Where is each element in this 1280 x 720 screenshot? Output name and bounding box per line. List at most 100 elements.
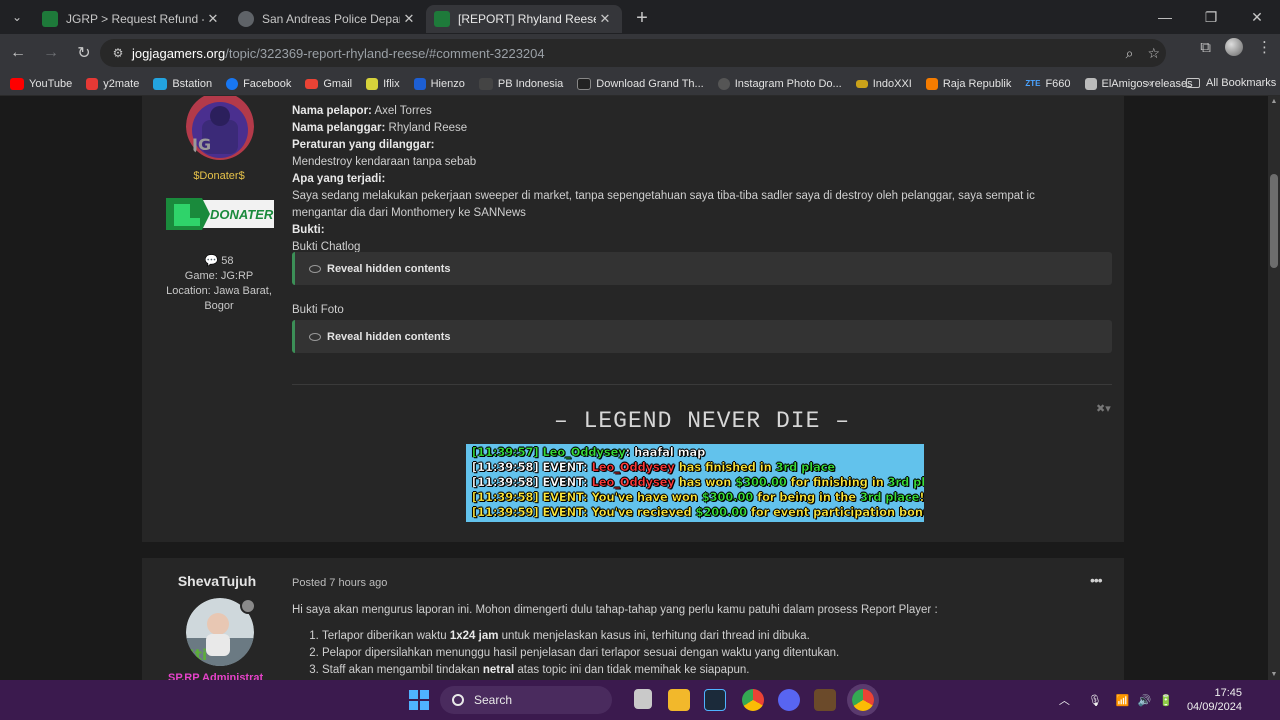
scroll-down-icon[interactable]: ▼ (1270, 671, 1278, 678)
instagram-icon (717, 77, 730, 90)
kebab-menu-icon[interactable]: ⋮ (1257, 38, 1272, 56)
profile-avatar[interactable] (1225, 38, 1243, 56)
file-explorer-icon[interactable] (668, 689, 690, 711)
scroll-up-icon[interactable]: ▲ (1270, 98, 1278, 105)
post-timestamp[interactable]: Posted 7 hours ago (292, 577, 387, 589)
tab-sapd[interactable]: San Andreas Police Department ✕ (230, 5, 426, 33)
discord-icon[interactable] (778, 689, 800, 711)
bookmark-iflix[interactable]: Iflix (366, 77, 400, 90)
bookmark-label: Iflix (383, 77, 400, 90)
taskbar-search[interactable]: Search (440, 686, 612, 714)
close-window-icon[interactable]: ✕ (1234, 0, 1280, 34)
bookmark-instagram[interactable]: Instagram Photo Do... (717, 77, 842, 90)
extensions-icon[interactable]: ⧉ (1200, 39, 1211, 56)
system-tray: ︿ 🎙 📶 🔊 🔋 17:45 04/09/2024 (1059, 680, 1280, 720)
jg-favicon-icon (434, 11, 450, 27)
clock-date: 04/09/2024 (1186, 701, 1242, 713)
bookmark-bstation[interactable]: Bstation (153, 77, 213, 90)
windows-start-icon[interactable] (408, 689, 430, 711)
tab-title: [REPORT] Rhyland Reese - Arch (458, 12, 596, 26)
page-scrollbar[interactable]: ▲ ▼ (1268, 96, 1280, 680)
tray-overflow-icon[interactable]: ︿ (1059, 692, 1070, 708)
reply-intro: Hi saya akan mengurus laporan ini. Mohon… (292, 604, 938, 616)
chatlog-segment: has won (674, 476, 736, 489)
chatlog-segment: 3rd place (775, 461, 836, 474)
new-tab-button[interactable]: + (628, 4, 656, 32)
chrome-icon[interactable] (742, 689, 764, 711)
bookmark-label: Facebook (243, 77, 292, 90)
bookmarks-overflow-icon[interactable]: » (1146, 76, 1153, 90)
chatlog-segment: : haafal map (625, 446, 706, 459)
volume-icon[interactable]: 🔊 (1138, 694, 1152, 707)
tab-close-icon[interactable]: ✕ (204, 11, 222, 27)
comment-icon: 💬 (204, 255, 219, 267)
step-text: Terlapor diberikan waktu (322, 630, 450, 642)
reveal-hidden-contents-photo[interactable]: Reveal hidden contents (292, 320, 1112, 353)
tab-search-chevron-icon[interactable]: ⌄ (0, 0, 34, 34)
field-value: Rhyland Reese (388, 122, 468, 134)
bookmark-pb-indonesia[interactable]: PB Indonesia (478, 77, 563, 90)
site-info-icon[interactable]: ⚙ (104, 46, 132, 60)
tab-request-refund[interactable]: JGRP > Request Refund - Jogja ✕ (34, 5, 230, 33)
microphone-icon[interactable]: 🎙 (1088, 694, 1102, 707)
bookmark-indoxxi[interactable]: IndoXXI (855, 77, 912, 90)
bookmark-gmail[interactable]: Gmail (305, 78, 352, 90)
eye-icon (309, 332, 321, 341)
bookmark-star-icon[interactable]: ☆ (1147, 45, 1160, 62)
back-arrow-icon[interactable]: ← (3, 38, 33, 68)
bookmark-youtube[interactable]: YouTube (10, 77, 72, 90)
author-location: Location: Jawa Barat, (166, 285, 272, 297)
list-item: Staff akan mengambil tindakan netral ata… (322, 662, 839, 679)
taskbar-clock[interactable]: 17:45 04/09/2024 (1187, 686, 1242, 714)
bg-app-icon[interactable] (704, 689, 726, 711)
post-options-icon[interactable]: ••• (1090, 572, 1103, 588)
task-view-icon[interactable] (634, 689, 652, 709)
bookmark-label: Bstation (172, 77, 213, 90)
forward-arrow-icon[interactable]: → (36, 38, 66, 68)
tab-report-rhyland[interactable]: [REPORT] Rhyland Reese - Arch ✕ (426, 5, 622, 33)
minimize-icon[interactable]: — (1142, 0, 1188, 34)
report-steps-list: Terlapor diberikan waktu 1x24 jam untuk … (308, 628, 839, 679)
scrollbar-thumb[interactable] (1270, 174, 1278, 268)
bookmark-raja-republik[interactable]: Raja Republik (925, 77, 1012, 90)
game-app-icon[interactable] (814, 689, 836, 711)
step-text: untuk menjelaskan kasus ini, terhitung d… (498, 630, 810, 642)
bookmark-hienzo[interactable]: Hienzo (413, 77, 465, 90)
author-name-link[interactable]: ShevaTujuh (142, 573, 292, 589)
bookmark-elamigos[interactable]: ElAmigos releases (1084, 77, 1193, 90)
all-bookmarks-button[interactable]: All Bookmarks (1186, 77, 1276, 89)
bookmark-label: Raja Republik (942, 77, 1012, 90)
chatlog-segment: for event participation bonus! (746, 506, 924, 519)
list-item: Pelapor dipersilahkan menunggu hasil pen… (322, 645, 839, 662)
bookmark-download-gta[interactable]: Download Grand Th... (577, 77, 704, 90)
facebook-icon (226, 77, 239, 90)
zte-icon: ZTE (1025, 79, 1041, 88)
reload-icon[interactable]: ↻ (69, 38, 99, 68)
chatlog-segment: 3rd place (859, 491, 920, 504)
tab-strip: ⌄ JGRP > Request Refund - Jogja ✕ San An… (0, 0, 1280, 34)
wifi-icon[interactable]: 📶 (1116, 694, 1130, 707)
bookmark-f660[interactable]: ZTE F660 (1025, 78, 1070, 90)
field-label: Nama pelanggar: (292, 122, 386, 134)
tab-title: JGRP > Request Refund - Jogja (66, 12, 204, 26)
jg-favicon-icon (42, 11, 58, 27)
restore-icon[interactable]: ❐ (1188, 0, 1234, 34)
battery-icon[interactable]: 🔋 (1159, 694, 1173, 707)
bookmark-facebook[interactable]: Facebook (226, 77, 292, 90)
bookmark-label: IndoXXI (872, 77, 912, 90)
folder-icon (1186, 78, 1200, 88)
address-bar[interactable]: ⚙ jogjagamers.org/topic/322369-report-rh… (100, 39, 1166, 67)
tab-close-icon[interactable]: ✕ (596, 11, 614, 27)
bookmark-y2mate[interactable]: y2mate (86, 77, 139, 90)
reveal-hidden-contents-chatlog[interactable]: Reveal hidden contents (292, 252, 1112, 285)
chrome-active-icon[interactable] (852, 689, 874, 711)
url-path: /topic/322369-report-rhyland-reese/#comm… (225, 45, 545, 61)
author-avatar[interactable]: JG (186, 96, 254, 164)
svg-text:Sti: Sti (186, 646, 207, 664)
zoom-search-icon[interactable]: ⌕ (1126, 45, 1134, 62)
author-post-count: 💬 58 (142, 254, 296, 269)
signature-chatlog-image: [11:39:57] Leo_Oddysey: haafal map [11:39… (466, 444, 924, 522)
chatlog-line: [11:39:58] EVENT: Leo_Oddysey has finish… (472, 460, 924, 475)
author-game: Game: JG:RP (184, 270, 254, 282)
tab-close-icon[interactable]: ✕ (400, 11, 418, 27)
